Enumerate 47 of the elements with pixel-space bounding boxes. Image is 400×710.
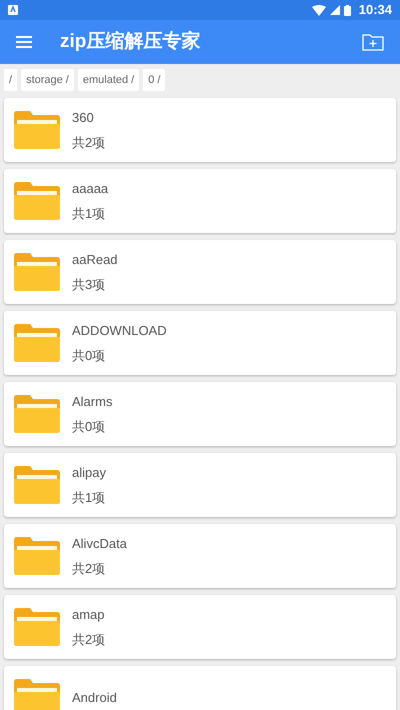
item-count: 共2项 — [72, 560, 106, 578]
item-count: 共3项 — [72, 276, 106, 294]
folder-icon — [14, 537, 60, 575]
folder-icon — [14, 608, 60, 646]
folder-item[interactable]: amap 共2项 — [4, 595, 396, 659]
folder-item[interactable]: aaRead 共3项 — [4, 240, 396, 304]
folder-name: aaRead — [72, 250, 118, 268]
notification-icon — [8, 5, 18, 15]
path-segment[interactable]: emulated / — [78, 69, 140, 91]
item-count: 共1项 — [72, 489, 106, 507]
folder-icon — [14, 466, 60, 504]
folder-item[interactable]: aaaaa 共1项 — [4, 169, 396, 233]
folder-name: AlivcData — [72, 534, 127, 552]
folder-name: Alarms — [72, 392, 112, 410]
item-count: 共1项 — [72, 205, 106, 223]
folder-name: ADDOWNLOAD — [72, 322, 167, 340]
item-count: 共2项 — [72, 631, 106, 649]
folder-item[interactable]: alipay 共1项 — [4, 453, 396, 517]
folder-item[interactable]: AlivcData 共2项 — [4, 524, 396, 588]
path-segment[interactable]: / — [4, 69, 18, 91]
folder-icon — [14, 679, 60, 710]
folder-item[interactable]: Alarms 共0项 — [4, 382, 396, 446]
folder-item[interactable]: 360 共2项 — [4, 98, 396, 162]
folder-item[interactable]: ADDOWNLOAD 共0项 — [4, 311, 396, 375]
folder-name: Android — [72, 689, 117, 708]
folder-name: aaaaa — [72, 180, 108, 198]
folder-icon — [14, 182, 60, 220]
folder-icon — [14, 253, 60, 291]
folder-icon — [14, 324, 60, 362]
folder-icon — [14, 395, 60, 433]
battery-icon — [344, 4, 351, 16]
folder-icon — [14, 111, 60, 149]
folder-name: 360 — [72, 108, 95, 126]
path-segment[interactable]: storage / — [21, 69, 74, 91]
signal-icon — [330, 5, 340, 15]
item-count: 共2项 — [72, 134, 106, 152]
app-title: zip压缩解压专家 — [60, 30, 200, 54]
new-folder-icon[interactable] — [362, 33, 384, 51]
folder-item[interactable]: Android — [4, 666, 396, 710]
item-count: 共0项 — [72, 347, 106, 365]
wifi-icon — [312, 4, 326, 16]
item-count: 共0项 — [72, 418, 106, 436]
menu-icon[interactable] — [16, 36, 32, 48]
folder-name: amap — [72, 606, 106, 624]
folder-name: alipay — [72, 464, 106, 482]
path-segment[interactable]: 0 / — [143, 69, 166, 91]
status-time: 10:34 — [358, 1, 392, 20]
